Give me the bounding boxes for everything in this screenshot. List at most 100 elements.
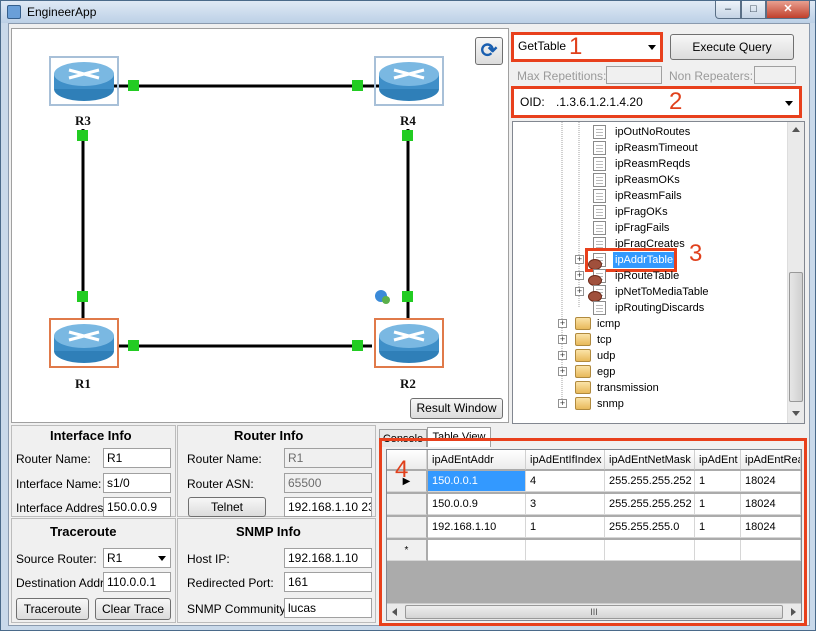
table-cell[interactable]: 18024 [741,471,801,492]
row-header[interactable] [387,494,427,515]
refresh-button[interactable]: ⟳ [475,37,503,65]
expand-icon[interactable]: + [575,287,584,296]
network-canvas[interactable]: R3 R4 R1 R2 ⟳ Result Window [11,28,509,423]
tree-item[interactable]: ipReasmFails [513,188,785,204]
column-header[interactable]: ipAdEnt [695,450,741,470]
scroll-down-icon[interactable] [792,411,800,416]
scroll-right-icon[interactable] [791,608,796,616]
router-asn-field[interactable]: 65500 [284,473,372,493]
snmp-community-field[interactable]: lucas [284,598,372,618]
table-cell[interactable]: 1 [695,494,741,515]
mib-tree[interactable]: ipOutNoRoutes ipReasmTimeout ipReasmReqds i… [512,121,805,424]
expand-icon[interactable]: + [575,271,584,280]
tree-item[interactable]: + tcp [513,332,785,348]
max-repetitions-input[interactable] [606,66,662,84]
expand-icon[interactable]: + [558,351,567,360]
tree-item[interactable]: + icmp [513,316,785,332]
tree-item-label: ipRouteTable [615,270,680,282]
tree-item[interactable]: transmission [513,380,785,396]
router-label: R2 [400,376,416,391]
title-bar: EngineerApp – □ ✕ [1,1,815,23]
tree-item[interactable]: ipReasmTimeout [513,140,785,156]
expand-icon[interactable]: + [558,335,567,344]
host-ip-field[interactable]: 192.168.1.10 [284,548,372,568]
interface-name-field[interactable]: s1/0 [103,473,171,493]
router-r2[interactable] [374,318,444,368]
new-row-cell[interactable] [526,540,605,561]
folder-icon [575,365,591,378]
destination-field[interactable]: 110.0.0.1 [103,572,171,592]
snmp-info-title: SNMP Info [236,524,301,539]
tree-item[interactable]: ipFragFails [513,220,785,236]
tree-item[interactable]: + ipRouteTable [513,268,785,286]
tree-item[interactable]: + snmp [513,396,785,412]
tree-item[interactable]: ipRoutingDiscards [513,300,785,316]
router-info-name-field[interactable]: R1 [284,448,372,468]
tree-item[interactable]: + ipNetToMediaTable [513,284,785,302]
table-cell[interactable]: 150.0.0.1 [428,471,526,492]
refresh-icon: ⟳ [480,40,498,62]
interface-router-name-field[interactable]: R1 [103,448,171,468]
new-row-cell[interactable] [741,540,801,561]
router-r1[interactable] [49,318,119,368]
scroll-up-icon[interactable] [792,127,800,132]
telnet-address-field[interactable]: 192.168.1.10 23 [284,497,372,517]
scroll-left-icon[interactable] [392,608,397,616]
minimize-button[interactable]: – [715,1,741,19]
new-row-cell[interactable] [695,540,741,561]
expand-icon[interactable]: + [558,367,567,376]
interface-address-field[interactable]: 150.0.0.9 [103,497,171,517]
new-row-cell[interactable] [428,540,526,561]
table-cell[interactable]: 3 [526,494,605,515]
execute-query-button[interactable]: Execute Query [670,34,794,60]
port-r1-east [128,340,139,351]
tree-item[interactable]: + udp [513,348,785,364]
table-cell[interactable]: 150.0.0.9 [428,494,526,515]
clear-trace-button[interactable]: Clear Trace [95,598,171,620]
redirected-port-field[interactable]: 161 [284,572,372,592]
tree-item[interactable]: ipFragOKs [513,204,785,220]
table-cell[interactable]: 255.255.255.0 [605,517,695,538]
tree-scrollbar[interactable] [787,122,804,423]
table-cell[interactable]: 255.255.255.252 [605,494,695,515]
table-cell[interactable]: 192.168.1.10 [428,517,526,538]
table-cell[interactable]: 18024 [741,494,801,515]
grid-hscrollbar[interactable]: III [387,603,801,620]
network-host-icon[interactable] [373,288,393,306]
column-header[interactable]: ipAdEntAddr [428,450,526,470]
router-r3[interactable] [49,56,119,106]
row-header[interactable] [387,517,427,538]
results-grid[interactable]: ipAdEntAddr ipAdEntIfIndex ipAdEntNetMask i… [386,449,802,621]
tree-item[interactable]: ipOutNoRoutes [513,124,785,140]
scroll-thumb[interactable] [789,272,803,402]
hscroll-thumb[interactable]: III [405,605,783,619]
column-header[interactable]: ipAdEntIfIndex [526,450,605,470]
table-cell[interactable]: 255.255.255.252 [605,471,695,492]
expand-icon[interactable]: + [575,255,584,264]
router-r4[interactable] [374,56,444,106]
port-r3-south [77,130,88,141]
expand-icon[interactable]: + [558,399,567,408]
telnet-button[interactable]: Telnet [188,497,266,517]
table-cell[interactable]: 1 [695,517,741,538]
result-window-button[interactable]: Result Window [410,398,503,419]
column-header[interactable]: ipAdEntNetMask [605,450,695,470]
maximize-button[interactable]: □ [741,1,766,19]
source-router-select[interactable]: R1 [103,548,171,568]
tree-item[interactable]: ipReasmReqds [513,156,785,172]
table-cell[interactable]: 18024 [741,517,801,538]
table-cell[interactable]: 1 [695,471,741,492]
close-button[interactable]: ✕ [766,1,810,19]
operation-select[interactable]: GetTable [511,32,663,62]
non-repeaters-input[interactable] [754,66,796,84]
new-row-cell[interactable] [605,540,695,561]
tree-item[interactable]: ipReasmOKs [513,172,785,188]
oid-field[interactable]: OID: .1.3.6.1.2.1.4.20 [511,86,802,118]
column-header[interactable]: ipAdEntRea [741,450,801,470]
row-header[interactable]: * [387,540,427,561]
table-cell[interactable]: 4 [526,471,605,492]
table-cell[interactable]: 1 [526,517,605,538]
traceroute-button[interactable]: Traceroute [16,598,89,620]
expand-icon[interactable]: + [558,319,567,328]
tree-item[interactable]: + egp [513,364,785,380]
